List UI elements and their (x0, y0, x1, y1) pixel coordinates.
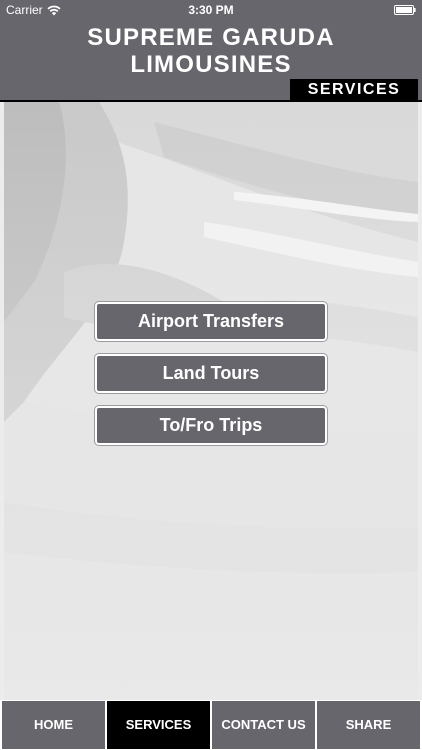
land-tours-button[interactable]: Land Tours (95, 354, 327, 393)
tab-home[interactable]: HOME (2, 701, 105, 749)
airport-transfers-button[interactable]: Airport Transfers (95, 302, 327, 341)
status-time: 3:30 PM (188, 3, 234, 17)
battery-icon (394, 5, 416, 15)
tab-share[interactable]: SHARE (317, 701, 420, 749)
to-fro-trips-button[interactable]: To/Fro Trips (95, 406, 327, 445)
status-bar: Carrier 3:30 PM (0, 0, 422, 20)
services-screen: Carrier 3:30 PM SUPREME GARUDA LIMOUSINE… (0, 0, 422, 750)
services-menu: Airport Transfers Land Tours To/Fro Trip… (95, 302, 327, 458)
section-title: SERVICES (290, 79, 418, 102)
tab-bar: HOME SERVICES CONTACT US SHARE (0, 700, 422, 750)
tab-contact-us[interactable]: CONTACT US (212, 701, 315, 749)
app-title: SUPREME GARUDA LIMOUSINES (87, 24, 335, 78)
tab-services[interactable]: SERVICES (107, 701, 210, 749)
